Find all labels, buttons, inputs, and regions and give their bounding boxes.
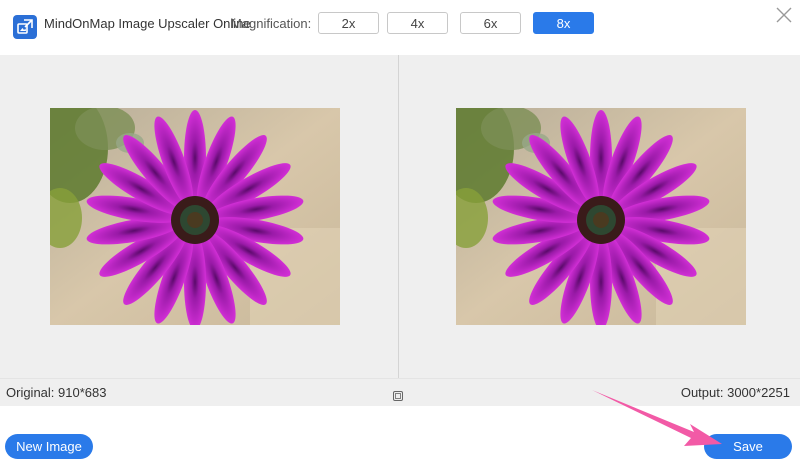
app-title: MindOnMap Image Upscaler Online	[44, 16, 251, 31]
magnification-8x-button[interactable]: 8x	[533, 12, 594, 34]
original-size-label: Original: 910*683	[6, 385, 107, 400]
output-size-label: Output: 3000*2251	[680, 385, 790, 400]
original-image	[50, 108, 340, 325]
magnification-4x-button[interactable]: 4x	[387, 12, 448, 34]
footer-bar: New Image Save	[0, 406, 800, 466]
output-image	[456, 108, 746, 325]
preview-divider	[398, 55, 399, 378]
header-bar: MindOnMap Image Upscaler Online Magnific…	[0, 0, 800, 55]
upscale-logo-icon	[13, 15, 37, 39]
compare-icon[interactable]	[393, 388, 403, 401]
preview-area	[0, 55, 800, 378]
save-button[interactable]: Save	[704, 434, 792, 459]
image-info-bar: Original: 910*683 Output: 3000*2251	[0, 378, 800, 407]
magnification-label: Magnification:	[231, 16, 312, 31]
new-image-button[interactable]: New Image	[5, 434, 93, 459]
magnification-2x-button[interactable]: 2x	[318, 12, 379, 34]
close-icon[interactable]	[775, 6, 793, 24]
magnification-6x-button[interactable]: 6x	[460, 12, 521, 34]
